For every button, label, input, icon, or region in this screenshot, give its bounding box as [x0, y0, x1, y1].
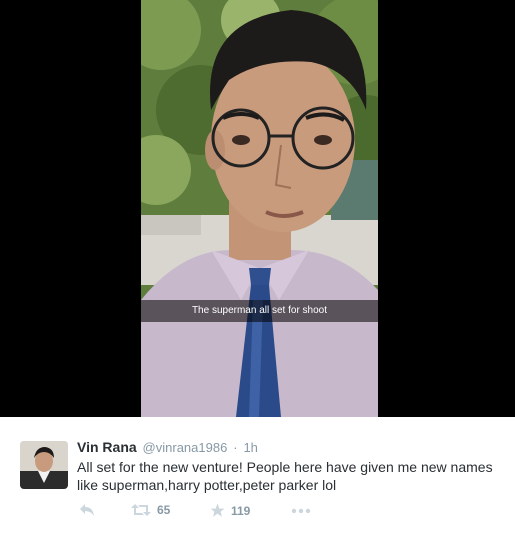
avatar[interactable] — [20, 441, 68, 489]
tweet-card[interactable]: Vin Rana @vinrana1986 · 1h All set for t… — [0, 417, 515, 537]
display-name[interactable]: Vin Rana — [77, 439, 137, 455]
more-button[interactable] — [291, 508, 311, 514]
retweet-count: 65 — [157, 503, 171, 517]
separator-dot: · — [233, 440, 238, 455]
selfie-photo[interactable]: The superman all set for shoot — [141, 0, 378, 417]
more-dots-icon — [291, 508, 311, 514]
favorite-button[interactable]: 119 — [210, 503, 250, 518]
tweet-header: Vin Rana @vinrana1986 · 1h — [77, 439, 258, 455]
tweet-text: All set for the new venture! People here… — [77, 459, 493, 493]
snapchat-caption: The superman all set for shoot — [141, 300, 378, 322]
user-handle[interactable]: @vinrana1986 — [143, 440, 228, 455]
favorite-count: 119 — [231, 503, 251, 518]
star-icon — [210, 503, 225, 518]
avatar-image — [20, 441, 68, 489]
tweet-actions: 65 119 — [77, 503, 377, 521]
timestamp[interactable]: 1h — [243, 440, 257, 455]
selfie-illustration — [141, 0, 378, 417]
reply-icon — [79, 503, 95, 517]
retweet-icon — [131, 503, 151, 517]
tweet-media[interactable]: The superman all set for shoot — [0, 0, 515, 417]
reply-button[interactable] — [79, 503, 95, 517]
retweet-button[interactable]: 65 — [131, 503, 170, 517]
